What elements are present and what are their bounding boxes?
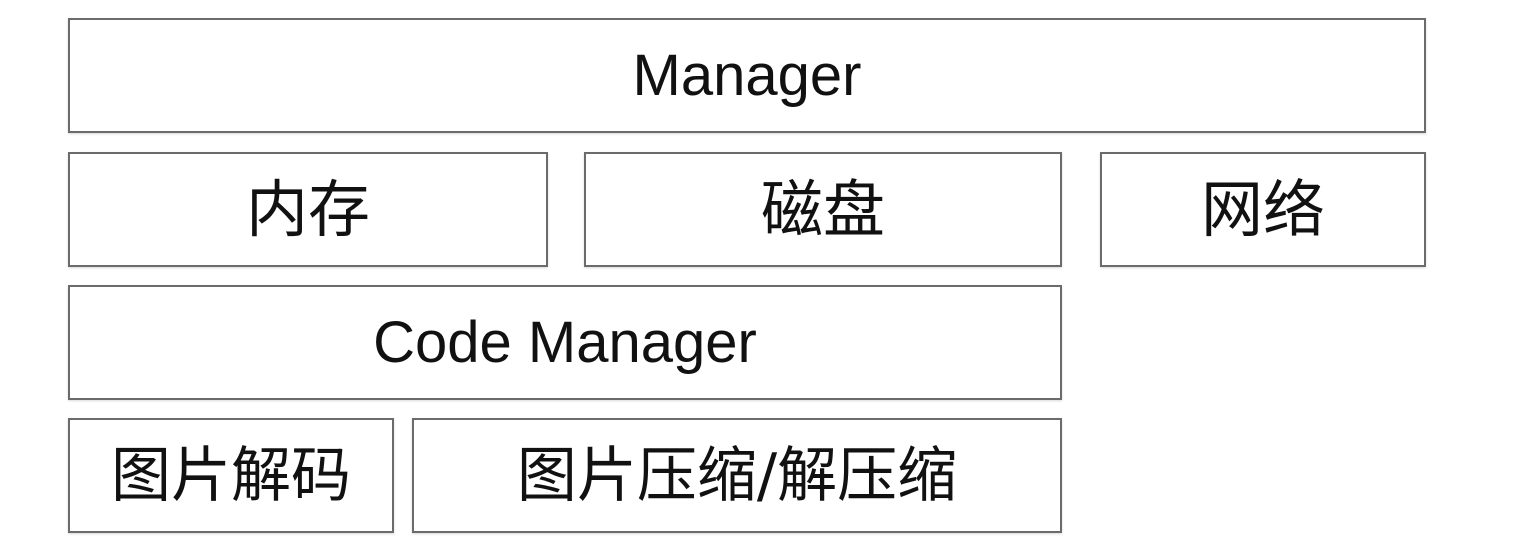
disk-box: 磁盘 xyxy=(584,152,1062,267)
image-compress-label: 图片压缩/解压缩 xyxy=(516,440,958,511)
manager-label: Manager xyxy=(632,42,862,108)
memory-label: 内存 xyxy=(245,172,370,246)
image-decode-label: 图片解码 xyxy=(111,440,351,511)
network-box: 网络 xyxy=(1100,152,1426,267)
code-manager-box: Code Manager xyxy=(68,285,1062,400)
image-decode-box: 图片解码 xyxy=(68,418,394,533)
network-label: 网络 xyxy=(1200,172,1325,246)
code-manager-label: Code Manager xyxy=(373,309,757,375)
memory-box: 内存 xyxy=(68,152,548,267)
manager-box: Manager xyxy=(68,18,1426,133)
disk-label: 磁盘 xyxy=(760,172,885,246)
image-compress-box: 图片压缩/解压缩 xyxy=(412,418,1062,533)
